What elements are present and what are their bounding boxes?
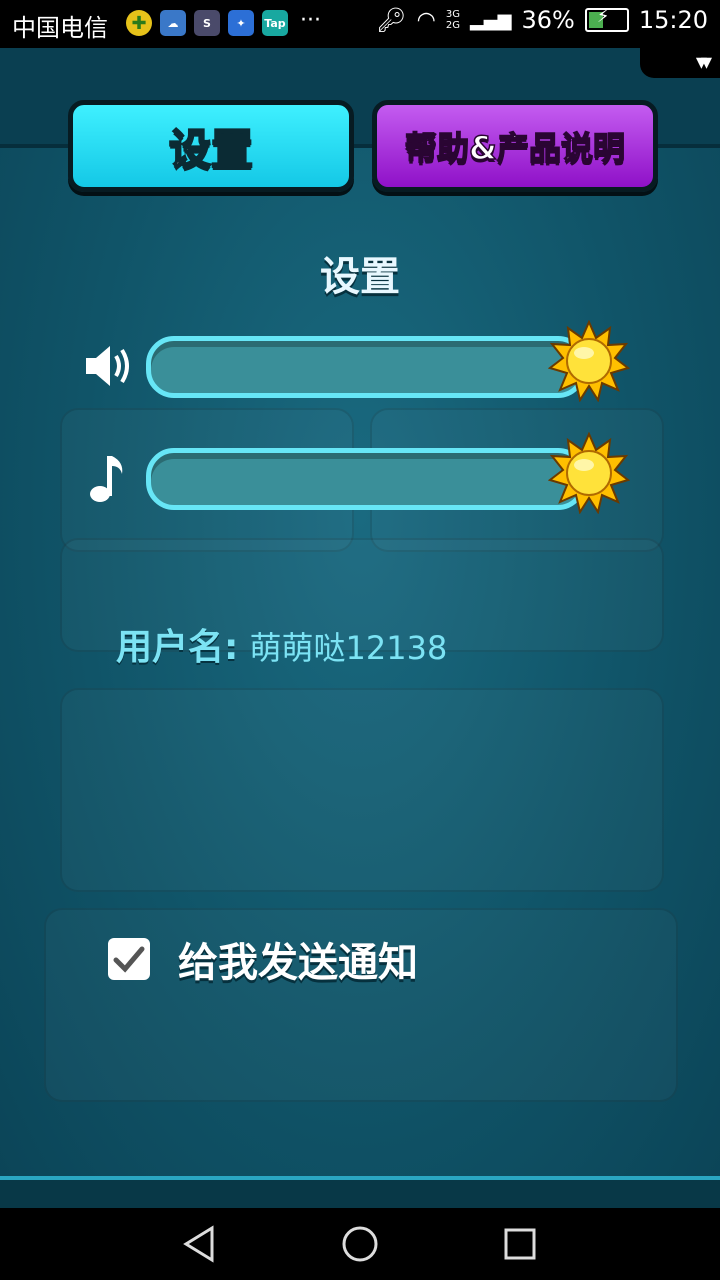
carrier-name: 中国电信: [12, 14, 108, 42]
tab-settings[interactable]: 设置: [68, 100, 354, 192]
signal-icon: ▂▄▆: [469, 9, 512, 31]
game-screen: ▾▾ 设置 帮助&产品说明 设置 用户名: 萌萌哒12138 给我发送通知: [0, 48, 720, 1208]
bottom-strip: [0, 1176, 720, 1208]
sound-slider[interactable]: [80, 320, 640, 402]
chevron-down-icon: ▾▾: [695, 50, 712, 75]
tap-app-label: Tap: [264, 16, 286, 30]
key-icon: 🔑︎: [376, 6, 407, 34]
music-note-icon: [80, 450, 136, 506]
username-label: 用户名:: [116, 627, 239, 668]
collapse-tab[interactable]: ▾▾: [640, 48, 720, 78]
plus-icon: ✚: [126, 10, 152, 36]
panel-title: 设置: [320, 254, 400, 300]
navigation-bar: [0, 1208, 720, 1280]
checkmark-icon: [113, 946, 145, 973]
net-3g-label: 3G: [445, 9, 460, 20]
tab-help[interactable]: 帮助&产品说明: [372, 100, 658, 192]
notification-label: 给我发送通知: [178, 940, 418, 986]
cloud-icon: ☁: [160, 10, 186, 36]
notification-checkbox[interactable]: [108, 938, 150, 980]
s-app-icon: S: [194, 10, 220, 36]
back-icon: [183, 1225, 214, 1263]
network-type: 3G 2G: [446, 9, 460, 31]
home-button[interactable]: [338, 1222, 382, 1266]
battery-icon: ⚡︎: [584, 6, 629, 32]
tab-settings-label: 设置: [168, 124, 254, 175]
music-slider-track[interactable]: [146, 448, 586, 510]
sound-slider-track[interactable]: [146, 336, 586, 398]
system-indicators: 🔑︎ ◠ 3G 2G ▂▄▆ 36% ⚡︎ 15:20: [376, 6, 708, 34]
recents-icon: [504, 1228, 536, 1260]
clock: 15:20: [638, 6, 708, 34]
recents-button[interactable]: [498, 1222, 542, 1266]
tap-app-icon: Tap: [262, 10, 288, 36]
tab-help-label: 帮助&产品说明: [404, 128, 625, 168]
sun-slider-handle[interactable]: [548, 432, 630, 514]
username-row: 用户名: 萌萌哒12138: [116, 618, 447, 670]
notification-toggle[interactable]: 给我发送通知: [108, 930, 418, 988]
wifi-icon: ◠: [416, 7, 436, 33]
background-card: [60, 688, 664, 892]
battery-percent: 36%: [521, 6, 575, 34]
net-2g-label: 2G: [445, 20, 460, 31]
home-icon: [342, 1226, 378, 1262]
username-value: 萌萌哒12138: [249, 629, 448, 667]
back-button[interactable]: [178, 1222, 222, 1266]
bird-app-icon: ✦: [228, 10, 254, 36]
status-bar: 中国电信 ✚ ☁ S ✦ Tap ··· 🔑︎ ◠ 3G 2G ▂▄▆ 36% …: [0, 0, 720, 48]
more-notifications: ···: [300, 8, 321, 33]
notification-icons: ✚ ☁ S ✦ Tap ···: [126, 10, 321, 36]
sun-slider-handle[interactable]: [548, 320, 630, 402]
music-slider[interactable]: [80, 432, 640, 514]
speaker-icon: [80, 338, 136, 394]
